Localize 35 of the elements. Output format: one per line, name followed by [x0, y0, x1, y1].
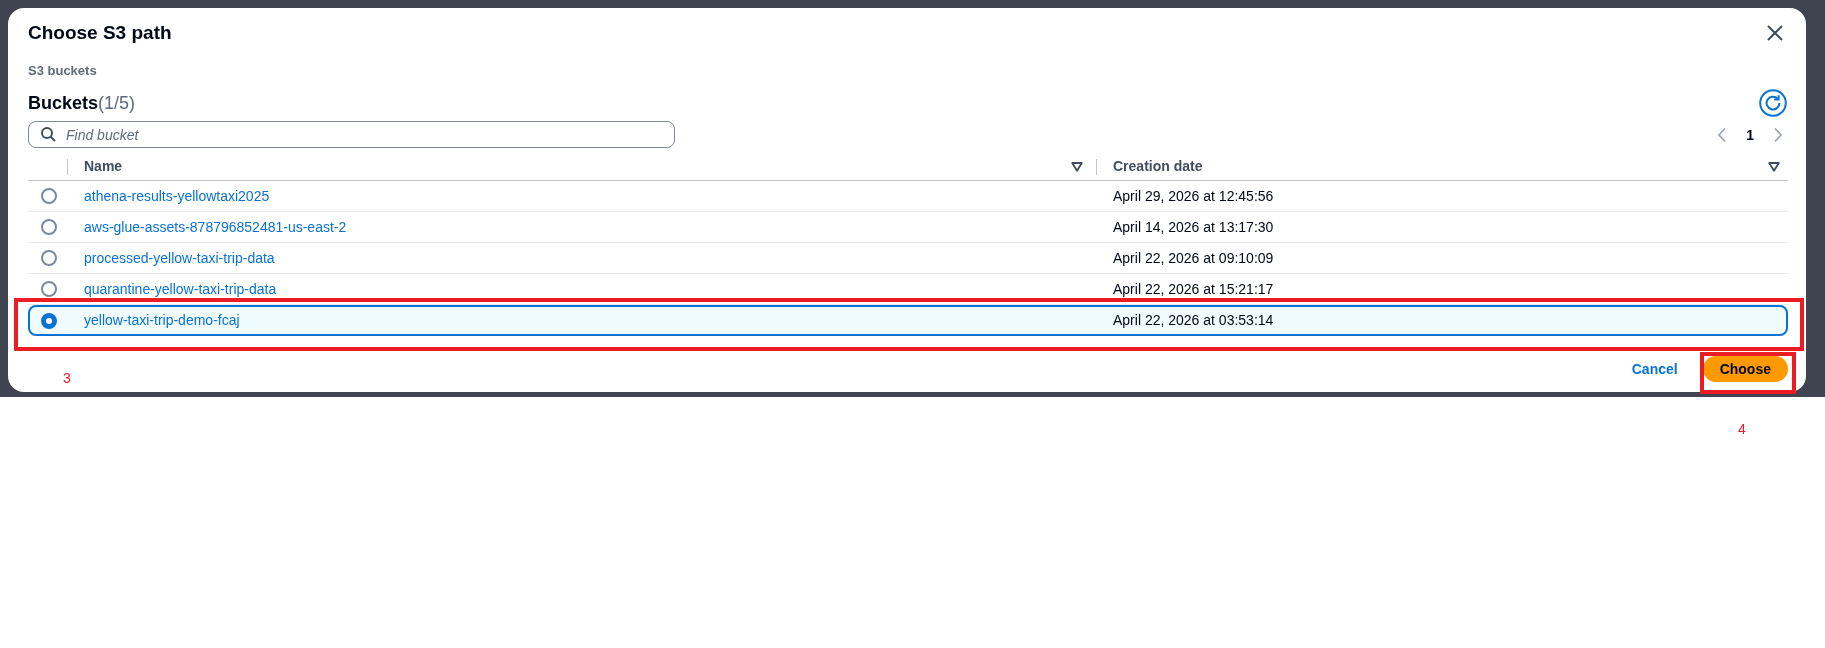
page-button[interactable]: 1: [1742, 124, 1758, 145]
bucket-link[interactable]: athena-results-yellowtaxi2025: [84, 187, 270, 205]
column-header[interactable]: Creation date: [1113, 158, 1203, 175]
table-cell: April 22, 2026 at 09:10:09: [1113, 249, 1274, 267]
radio-button[interactable]: [41, 188, 57, 204]
choose-button[interactable]: Choose: [1702, 356, 1788, 382]
table-row[interactable]: yellow-taxi-trip-demo-fcaj April 22, 2026 at 03:53:14: [28, 305, 1788, 336]
table-cell: April 14, 2026 at 13:17:30: [1113, 218, 1274, 236]
table-row[interactable]: processed-yellow-taxi-trip-data April 22, 2026 at 09:10:09: [28, 243, 1788, 274]
search-field[interactable]: Find bucket: [28, 121, 675, 148]
radio-button[interactable]: [41, 312, 57, 329]
bucket-link[interactable]: processed-yellow-taxi-trip-data: [84, 249, 275, 267]
table-title: Buckets: [28, 93, 99, 113]
table-row[interactable]: athena-results-yellowtaxi2025 April 29, 2026 at 12:45:56: [28, 181, 1788, 212]
radio-button[interactable]: [41, 250, 57, 266]
item-count: (1/5): [98, 93, 136, 113]
table-cell: April 29, 2026 at 12:45:56: [1113, 187, 1274, 205]
dialog-title: Choose S3 path: [28, 21, 172, 45]
bucket-link[interactable]: aws-glue-assets-878796852481-us-east-2: [84, 218, 347, 236]
bucket-link[interactable]: quarantine-yellow-taxi-trip-data: [84, 280, 277, 298]
radio-button[interactable]: [41, 219, 57, 235]
bucket-link[interactable]: yellow-taxi-trip-demo-fcaj: [84, 312, 240, 329]
search-icon: [41, 127, 56, 142]
annotation-label: 3: [63, 370, 71, 386]
radio-button[interactable]: [41, 281, 57, 297]
table-cell: April 22, 2026 at 03:53:14: [1113, 312, 1274, 329]
cancel-button[interactable]: Cancel: [1623, 357, 1686, 381]
table-cell: April 22, 2026 at 15:21:17: [1113, 280, 1274, 298]
annotation-label: 4: [1738, 421, 1746, 437]
refresh-button[interactable]: [1759, 89, 1787, 117]
section-label: S3 buckets: [28, 62, 97, 80]
sort-icon[interactable]: [1071, 161, 1083, 172]
table-row[interactable]: aws-glue-assets-878796852481-us-east-2 April 14, 2026 at 13:17:30: [28, 212, 1788, 243]
column-header[interactable]: Name: [84, 158, 123, 175]
sort-icon[interactable]: [1768, 161, 1780, 172]
